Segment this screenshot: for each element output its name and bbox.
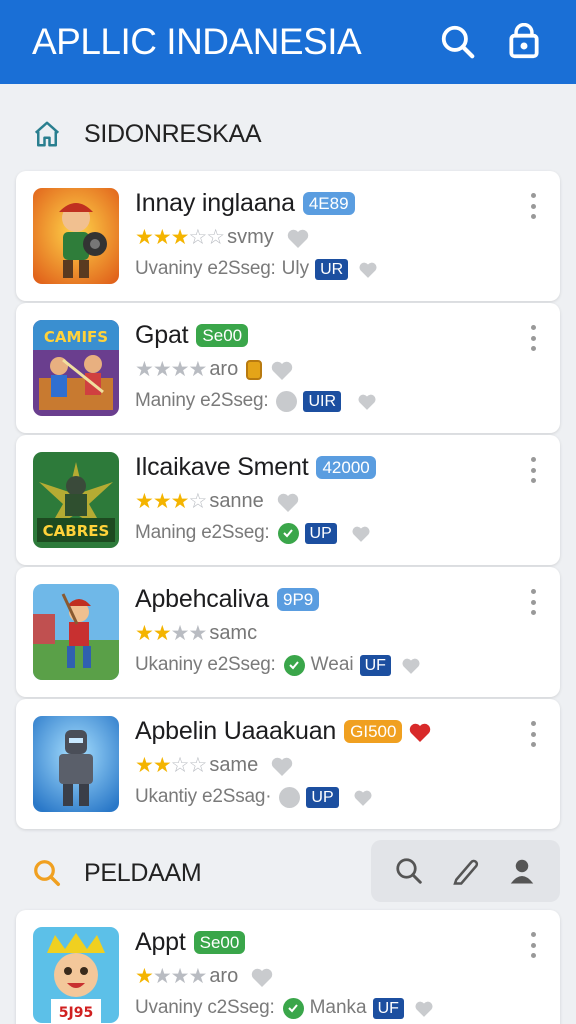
more-options-icon[interactable] — [524, 932, 542, 958]
star-rating: ★★★★ — [135, 621, 207, 645]
star-rating: ★★★★ — [135, 964, 207, 988]
rating-text: same — [209, 754, 259, 776]
app-badge: 4E89 — [302, 192, 355, 215]
app-title: Apbehcaliva — [135, 585, 270, 613]
meta-text: Uvaniny c2Sseg: — [135, 997, 275, 1018]
status-tag: UF — [359, 654, 391, 676]
toolbar — [371, 840, 560, 902]
heart-icon[interactable] — [270, 359, 294, 381]
meta-extra: Manka — [309, 997, 367, 1018]
app-thumbnail — [33, 584, 119, 680]
app-card[interactable]: CAMIFS Gpat Se00 ★★★★ aro Maniny e2Sseg:… — [16, 303, 560, 433]
search-icon — [34, 860, 60, 886]
meta-text: Maning e2Sseg: — [135, 522, 270, 543]
home-icon — [34, 121, 60, 147]
svg-text:CABRES: CABRES — [43, 522, 110, 540]
meta-extra: Weai — [310, 654, 354, 675]
meta-extra: Uly — [281, 258, 310, 279]
app-card[interactable]: Innay inglaana 4E89 ★★★☆☆ svmy Uvaniny e… — [16, 171, 560, 301]
app-title: Apbelin Uaaakuan — [135, 717, 337, 745]
app-bar: APLLIC INDANESIA — [0, 0, 576, 84]
shopping-bag-icon — [509, 23, 539, 59]
svg-text:5J95: 5J95 — [59, 1005, 93, 1021]
app-badge: 42000 — [316, 456, 376, 479]
app-badge: Se00 — [193, 931, 246, 954]
more-options-icon[interactable] — [524, 721, 542, 747]
svg-text:CAMIFS: CAMIFS — [44, 328, 108, 346]
heart-icon[interactable] — [401, 656, 421, 675]
app-badge: GI500 — [344, 720, 403, 743]
check-icon — [277, 522, 299, 544]
more-options-icon[interactable] — [524, 457, 542, 483]
app-card[interactable]: CABRES Ilcaikave Sment 42000 ★★★☆ sanne … — [16, 435, 560, 565]
bag-button[interactable] — [500, 18, 548, 66]
app-title: Appt — [135, 928, 186, 956]
heart-icon[interactable] — [250, 966, 274, 988]
rating-text: sanne — [209, 490, 264, 512]
app-title: Ilcaikave Sment — [135, 453, 309, 481]
check-icon — [283, 654, 305, 676]
star-rating: ★★★☆ — [135, 489, 207, 513]
app-badge: 9P9 — [277, 588, 320, 611]
heart-icon[interactable] — [270, 755, 294, 777]
meta-text: Ukaniny e2Sseg: — [135, 654, 276, 675]
rating-text: aro — [209, 358, 239, 380]
heart-icon[interactable] — [357, 392, 377, 411]
section-title: PELDAAM — [84, 858, 202, 887]
section-title: SIDONRESKAA — [84, 119, 262, 148]
app-title: APLLIC INDANESIA — [32, 21, 362, 62]
star-rating: ★★☆☆ — [135, 753, 207, 777]
rating-text: svmy — [227, 226, 274, 248]
pencil-icon[interactable] — [450, 856, 480, 886]
app-thumbnail — [33, 188, 119, 284]
check-icon — [282, 997, 304, 1019]
user-icon[interactable] — [507, 856, 537, 886]
status-dot — [279, 786, 301, 808]
heart-icon[interactable] — [414, 999, 434, 1018]
heart-icon[interactable] — [276, 491, 300, 513]
app-card[interactable]: Apbehcaliva 9P9 ★★★★ samc Ukaniny e2Sseg… — [16, 567, 560, 697]
heart-icon[interactable] — [358, 260, 378, 279]
more-options-icon[interactable] — [524, 325, 542, 351]
section-header: SIDONRESKAA — [0, 104, 576, 164]
heart-icon[interactable] — [351, 524, 371, 543]
status-dot — [276, 390, 298, 412]
app-badge: Se00 — [196, 324, 249, 347]
search-button[interactable] — [434, 18, 482, 66]
meta-text: Ukantiy e2Ssag· — [135, 786, 272, 807]
search-icon[interactable] — [394, 856, 424, 886]
status-tag: UP — [306, 786, 339, 808]
meta-text: Maniny e2Sseg: — [135, 390, 269, 411]
heart-icon[interactable] — [353, 788, 373, 807]
app-thumbnail — [33, 716, 119, 812]
app-title: Gpat — [135, 321, 189, 349]
app-card[interactable]: 5J95 Appt Se00 ★★★★ aro Uvaniny c2Sseg: … — [16, 910, 560, 1024]
heart-icon[interactable] — [286, 227, 310, 249]
app-thumbnail: CABRES — [33, 452, 119, 548]
status-tag: UP — [304, 522, 337, 544]
coin-icon — [246, 359, 263, 380]
search-icon — [441, 25, 475, 59]
meta-text: Uvaniny e2Sseg: — [135, 258, 276, 279]
more-options-icon[interactable] — [524, 589, 542, 615]
app-thumbnail: 5J95 — [33, 927, 119, 1023]
star-rating: ★★★☆☆ — [135, 225, 225, 249]
heart-icon[interactable] — [408, 721, 432, 743]
status-tag: UIR — [303, 390, 342, 412]
more-options-icon[interactable] — [524, 193, 542, 219]
rating-text: aro — [209, 965, 239, 987]
app-card[interactable]: Apbelin Uaaakuan GI500 ★★☆☆ same Ukantiy… — [16, 699, 560, 829]
app-thumbnail: CAMIFS — [33, 320, 119, 416]
app-title: Innay inglaana — [135, 189, 295, 217]
star-rating: ★★★★ — [135, 357, 207, 381]
status-tag: UR — [315, 258, 349, 280]
rating-text: samc — [209, 622, 258, 644]
status-tag: UF — [372, 997, 404, 1019]
